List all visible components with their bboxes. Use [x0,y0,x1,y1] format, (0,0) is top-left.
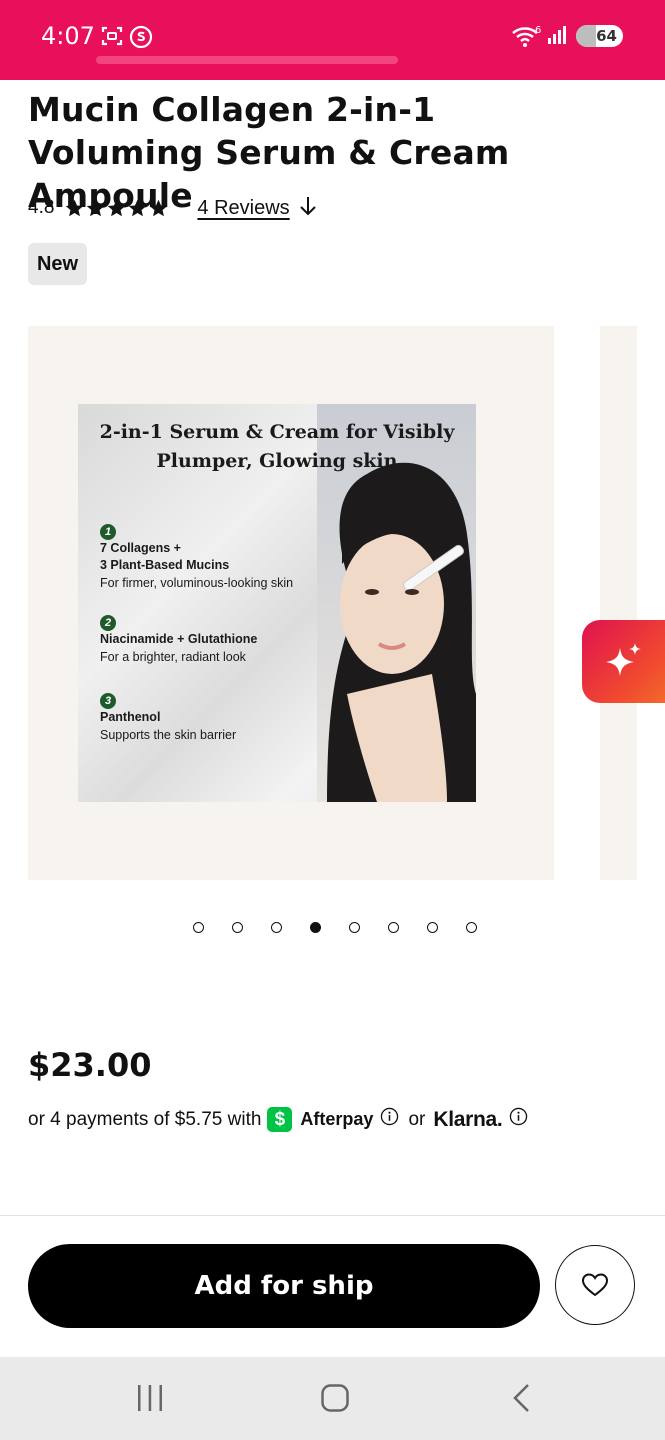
home-icon[interactable] [320,1383,350,1418]
reviews-link[interactable]: 4 Reviews [197,197,289,220]
wifi-icon: 6 [511,24,543,53]
feature-title: 3 Plant-Based Mucins [100,558,230,572]
divider [0,1215,665,1216]
new-badge: New [28,243,87,285]
pager-dot[interactable] [271,922,282,933]
battery-icon: 64 [576,25,623,47]
product-promo-image: 2-in-1 Serum & Cream for Visibly Plumper… [78,404,476,802]
feature-title: Niacinamide + Glutathione [100,632,258,646]
signal-label: 6 [535,25,541,36]
star-icon [108,199,126,216]
screenshot-icon [101,25,123,52]
ai-assistant-button[interactable] [582,620,665,703]
pager-dot[interactable] [388,922,399,933]
sheet-handle[interactable] [96,56,398,64]
image-pager[interactable] [193,922,477,933]
rating-value: 4.8 [28,197,55,218]
feature-desc: For firmer, voluminous-looking skin [100,576,294,590]
afterpay-label: Afterpay [300,1109,374,1129]
arrow-down-icon[interactable] [298,195,318,222]
system-nav-bar [0,1357,665,1440]
pager-dot[interactable] [310,922,321,933]
recents-icon[interactable] [136,1383,164,1418]
add-for-ship-button[interactable]: Add for ship [28,1244,540,1328]
pager-dot[interactable] [349,922,360,933]
star-icon [150,199,168,216]
star-icon [129,199,147,216]
star-icon [87,199,105,216]
promo-heading: 2-in-1 Serum & Cream for Visibly Plumper… [99,421,455,472]
back-icon[interactable] [510,1383,534,1418]
feature-desc: For a brighter, radiant look [100,650,246,664]
info-icon[interactable] [509,1107,528,1132]
sparkle-icon [605,642,641,676]
feature-number: 1 [100,524,116,540]
feature-number: 3 [100,693,116,709]
pager-dot[interactable] [232,922,243,933]
app-s-icon [129,25,153,54]
klarna-label: Klarna. [433,1107,503,1131]
product-image-card[interactable]: 2-in-1 Serum & Cream for Visibly Plumper… [28,326,554,880]
cash-app-icon: $ [267,1107,293,1132]
pager-dot[interactable] [427,922,438,933]
favorite-button[interactable] [555,1245,635,1325]
star-icon [66,199,84,216]
info-icon[interactable] [380,1107,399,1132]
product-price: $23.00 [28,1046,152,1084]
battery-level: 64 [596,27,617,45]
pager-dot[interactable] [466,922,477,933]
feature-title: 7 Collagens + [100,541,181,555]
feature-title: Panthenol [100,710,161,724]
star-rating [64,198,169,219]
next-image-peek[interactable] [600,326,637,880]
heart-icon [581,1273,609,1297]
feature-item: 1 7 Collagens + 3 Plant-Based Mucins For… [100,524,330,592]
feature-item: 3 Panthenol Supports the skin barrier [100,693,330,744]
feature-number: 2 [100,615,116,631]
signal-icon [547,24,569,51]
status-time: 4:07 [41,22,95,50]
installments-row: or 4 payments of $5.75 with $ Afterpay o… [28,1107,528,1132]
pager-dot[interactable] [193,922,204,933]
feature-item: 2 Niacinamide + Glutathione For a bright… [100,615,330,666]
installments-text: or 4 payments of $5.75 with [28,1108,262,1130]
or-label: or [408,1108,426,1130]
status-bar: 4:07 6 64 [0,0,665,80]
feature-desc: Supports the skin barrier [100,728,237,742]
rating-row: 4.8 4 Reviews [28,193,318,223]
